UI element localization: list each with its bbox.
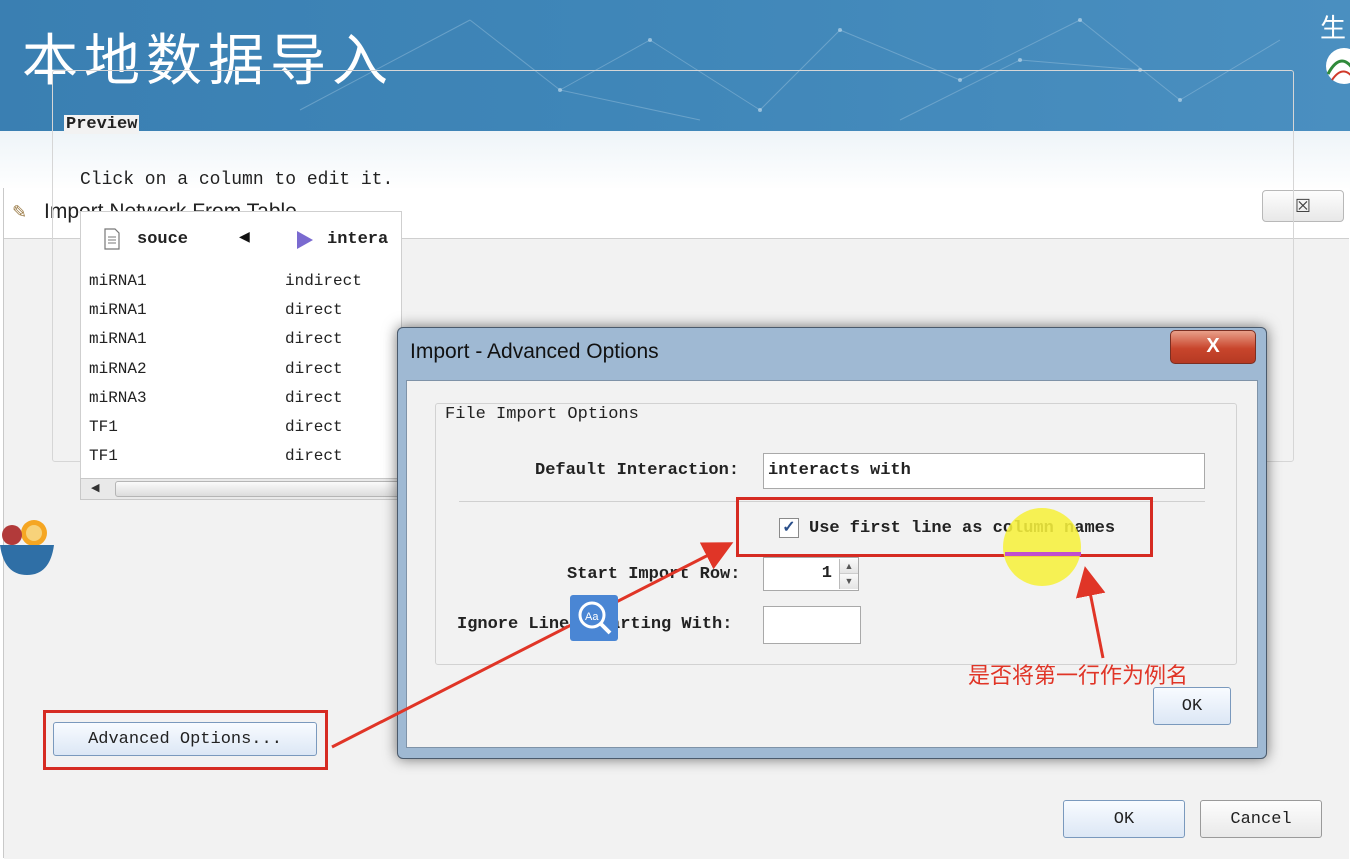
svg-text:Aa: Aa bbox=[585, 611, 599, 623]
ignore-lines-input[interactable] bbox=[763, 606, 861, 644]
cursor-highlight bbox=[1003, 508, 1081, 586]
column-header-source[interactable]: souce bbox=[137, 230, 188, 249]
spinner-up-icon[interactable]: ▲ bbox=[840, 559, 858, 574]
file-import-options-label: File Import Options bbox=[443, 405, 641, 424]
preview-hint: Click on a column to edit it. bbox=[80, 170, 394, 190]
dialog-close-button[interactable]: X bbox=[1170, 330, 1256, 364]
magnifier-icon: Aa bbox=[578, 601, 612, 635]
app-icon: ✎ bbox=[12, 202, 28, 222]
table-cell[interactable]: miRNA1 bbox=[89, 272, 147, 290]
dialog-ok-button[interactable]: OK bbox=[1153, 687, 1231, 725]
preview-table: souce ◀ intera miRNA1 indirect miRNA1 di… bbox=[80, 211, 402, 488]
table-cell[interactable]: TF1 bbox=[89, 447, 118, 465]
table-cell[interactable]: miRNA1 bbox=[89, 330, 147, 348]
main-ok-button[interactable]: OK bbox=[1063, 800, 1185, 838]
preview-horizontal-scrollbar[interactable]: ◀ bbox=[80, 478, 403, 500]
scrollbar-thumb[interactable] bbox=[115, 481, 403, 497]
translate-overlay-icon[interactable]: Aa bbox=[570, 595, 618, 641]
table-cell[interactable]: direct bbox=[285, 330, 343, 348]
highlight-box-advanced bbox=[43, 710, 328, 770]
column-header-interaction[interactable]: intera bbox=[327, 230, 388, 249]
document-icon bbox=[104, 228, 120, 250]
play-arrow-icon bbox=[297, 231, 313, 249]
dialog-body: File Import Options Default Interaction:… bbox=[406, 380, 1258, 748]
table-cell[interactable]: direct bbox=[285, 360, 343, 378]
logo-emblem-icon bbox=[1326, 48, 1350, 84]
corner-logo: 生 bbox=[1318, 8, 1350, 88]
annotation-text: 是否将第一行作为例名 bbox=[968, 664, 1189, 689]
table-cell[interactable]: direct bbox=[285, 447, 343, 465]
scroll-left-arrow-icon[interactable]: ◀ bbox=[91, 481, 99, 494]
table-cell[interactable]: miRNA1 bbox=[89, 301, 147, 319]
table-cell[interactable]: miRNA2 bbox=[89, 360, 147, 378]
cursor-underline bbox=[1005, 552, 1081, 556]
start-import-row-label: Start Import Row: bbox=[567, 565, 741, 584]
dialog-title: Import - Advanced Options bbox=[410, 340, 659, 363]
table-cell[interactable]: miRNA3 bbox=[89, 389, 147, 407]
default-interaction-label: Default Interaction: bbox=[535, 461, 740, 480]
table-cell[interactable]: direct bbox=[285, 418, 343, 436]
column-sort-left-icon[interactable]: ◀ bbox=[239, 228, 250, 245]
highlight-box-first-line bbox=[736, 497, 1153, 557]
table-cell[interactable]: TF1 bbox=[89, 418, 118, 436]
start-row-spinner[interactable]: ▲ ▼ bbox=[839, 559, 858, 589]
spinner-down-icon[interactable]: ▼ bbox=[840, 574, 858, 589]
default-interaction-input[interactable]: interacts with bbox=[763, 453, 1205, 489]
corner-logo-char: 生 bbox=[1320, 14, 1347, 44]
table-cell[interactable]: direct bbox=[285, 389, 343, 407]
fruit-bowl-icon bbox=[0, 520, 54, 575]
table-cell[interactable]: indirect bbox=[285, 272, 362, 290]
preview-label: Preview bbox=[64, 115, 140, 134]
table-cell[interactable]: direct bbox=[285, 301, 343, 319]
main-cancel-button[interactable]: Cancel bbox=[1200, 800, 1322, 838]
